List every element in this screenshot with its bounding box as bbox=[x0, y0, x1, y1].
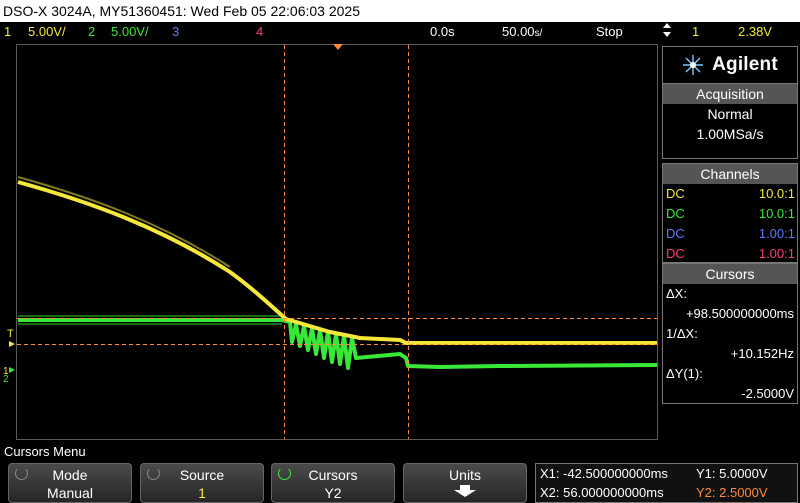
acquisition-mode: Normal bbox=[707, 106, 753, 122]
channels-box[interactable]: Channels DC 10.0:1 DC 10.0:1 DC 1.00:1 DC 1.… bbox=[662, 163, 798, 263]
brand-logo: Agilent bbox=[662, 46, 798, 84]
ch4-number[interactable]: 4 bbox=[256, 22, 263, 42]
channel-probe: 1.00:1 bbox=[758, 246, 795, 261]
softkey-value: Manual bbox=[47, 485, 93, 501]
channel-coupling: DC bbox=[666, 226, 685, 241]
acquisition-rate: 1.00MSa/s bbox=[696, 126, 764, 142]
window-title: DSO-X 3024A, MY51360451: Wed Feb 05 22:0… bbox=[0, 0, 800, 22]
channel-row: DC 10.0:1 bbox=[663, 184, 797, 204]
acquisition-box[interactable]: Acquisition Normal 1.00MSa/s bbox=[662, 83, 798, 159]
softkey-label: Units bbox=[449, 467, 481, 483]
trigger-source[interactable]: 1 bbox=[692, 22, 699, 42]
channel-probe: 10.0:1 bbox=[758, 186, 795, 201]
waveform-display[interactable]: T 1 2 bbox=[0, 42, 660, 442]
delta-y-value: -2.5000V bbox=[741, 386, 794, 401]
channel-row: DC 10.0:1 bbox=[663, 204, 797, 224]
trigger-position-marker bbox=[333, 44, 343, 50]
brand-name: Agilent bbox=[712, 54, 778, 75]
channel-row: DC 1.00:1 bbox=[663, 224, 797, 244]
channel-coupling: DC bbox=[666, 246, 685, 261]
units-softkey[interactable]: Units bbox=[403, 463, 527, 503]
menu-title: Cursors Menu bbox=[0, 442, 800, 462]
trigger-level[interactable]: 2.38V bbox=[738, 22, 772, 42]
channel-row: DC 1.00:1 bbox=[663, 244, 797, 264]
x1-readout: X1: -42.500000000ms bbox=[540, 466, 668, 481]
acquisition-title: Acquisition bbox=[663, 84, 797, 104]
time-scale[interactable]: 50.00s/ bbox=[502, 22, 542, 44]
mode-softkey[interactable]: Mode Manual bbox=[8, 463, 132, 503]
softkey-value: Y2 bbox=[324, 485, 342, 501]
ch2-number[interactable]: 2 bbox=[88, 22, 95, 42]
channel-coupling: DC bbox=[666, 206, 685, 221]
softkey-label: Mode bbox=[52, 467, 88, 483]
side-panel: Agilent Acquisition Normal 1.00MSa/s Cha… bbox=[660, 42, 800, 442]
y2-readout: Y2: 2.5000V bbox=[696, 485, 768, 500]
channels-title: Channels bbox=[663, 164, 797, 184]
softkey-label: Source bbox=[179, 467, 225, 483]
time-scale-unit: s/ bbox=[534, 28, 543, 39]
spark-logo-icon bbox=[683, 55, 704, 75]
chevron-down-icon bbox=[404, 484, 526, 502]
ch1-scale[interactable]: 5.00V/ bbox=[28, 22, 66, 42]
softkey-value: 1 bbox=[198, 485, 206, 501]
delta-y-label: ΔY(1): bbox=[666, 366, 703, 381]
ch1-number[interactable]: 1 bbox=[4, 22, 11, 42]
status-bar: 1 5.00V/ 2 5.00V/ 3 4 0.0s 50.00s/ Stop … bbox=[0, 22, 800, 42]
delta-x-value: +98.500000000ms bbox=[685, 306, 794, 321]
inverse-delta-x-label: 1/ΔX: bbox=[666, 326, 698, 341]
x2-readout: X2: 56.000000000ms bbox=[540, 485, 664, 500]
waveform-graticule: T 1 2 bbox=[3, 44, 658, 440]
time-scale-value: 50.00 bbox=[502, 24, 535, 39]
source-softkey[interactable]: Source 1 bbox=[140, 463, 264, 503]
cursors-box[interactable]: Cursors ΔX: +98.500000000ms 1/ΔX: +10.15… bbox=[662, 263, 798, 404]
ch3-number[interactable]: 3 bbox=[172, 22, 179, 42]
channel-probe: 10.0:1 bbox=[758, 206, 795, 221]
run-state[interactable]: Stop bbox=[596, 22, 623, 42]
trigger-edge-icon bbox=[662, 22, 672, 44]
channel-probe: 1.00:1 bbox=[758, 226, 795, 241]
ch2-ground-marker: 2 bbox=[3, 374, 9, 385]
inverse-delta-x-value: +10.152Hz bbox=[730, 346, 794, 361]
time-offset[interactable]: 0.0s bbox=[430, 22, 455, 42]
cursors-softkey[interactable]: Cursors Y2 bbox=[271, 463, 395, 503]
trigger-level-marker: T bbox=[7, 328, 14, 340]
cursor-readout: X1: -42.500000000ms X2: 56.000000000ms Y… bbox=[535, 463, 798, 503]
channel-coupling: DC bbox=[666, 186, 685, 201]
softkey-bar: Mode Manual Source 1 Cursors Y2 Units X1… bbox=[0, 462, 800, 503]
cursors-title: Cursors bbox=[663, 264, 797, 284]
softkey-label: Cursors bbox=[308, 467, 358, 483]
ch2-scale[interactable]: 5.00V/ bbox=[111, 22, 149, 42]
y1-readout: Y1: 5.0000V bbox=[696, 466, 768, 481]
delta-x-label: ΔX: bbox=[666, 286, 687, 301]
